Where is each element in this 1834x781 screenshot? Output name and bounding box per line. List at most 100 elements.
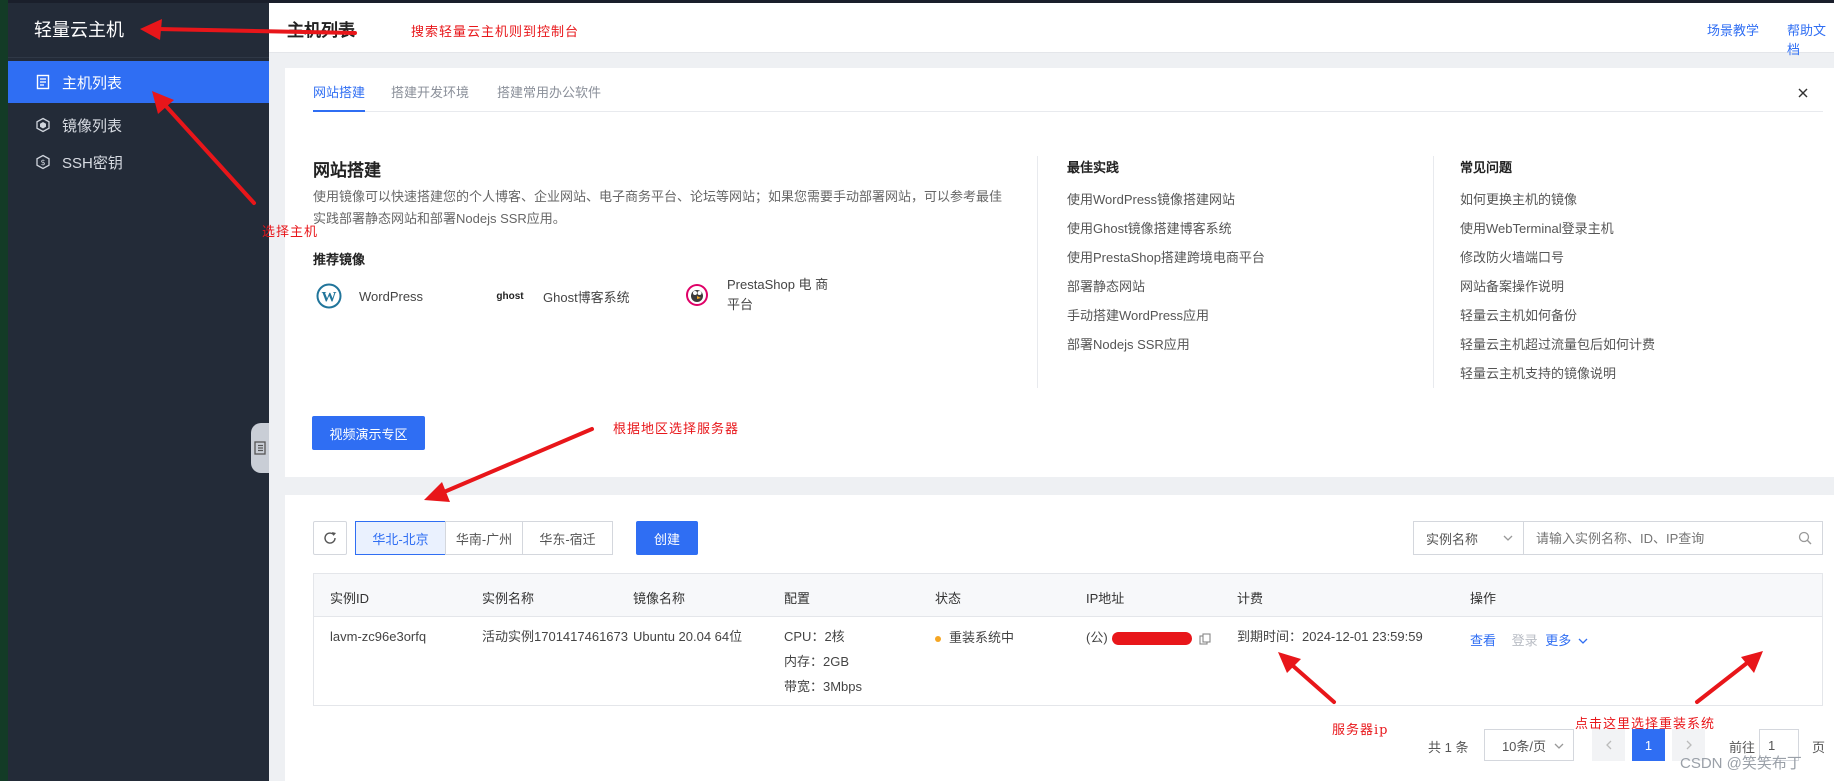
sidebar-item-ssh-keys[interactable]: $ SSH密钥	[8, 141, 269, 183]
column-header: 镜像名称	[633, 591, 686, 606]
best-practice-link[interactable]: 部署静态网站	[1067, 276, 1145, 295]
create-button[interactable]: 创建	[636, 521, 698, 555]
best-practice-link[interactable]: 使用Ghost镜像搭建博客系统	[1067, 218, 1232, 237]
column-header: IP地址	[1086, 591, 1125, 606]
sidebar-item-label: SSH密钥	[62, 154, 123, 172]
image-ghost[interactable]: ghost Ghost博客系统	[493, 282, 630, 310]
guide-tabs: 网站搭建 搭建开发环境 搭建常用办公软件	[313, 68, 1823, 112]
search-type-value: 实例名称	[1426, 531, 1479, 547]
best-practice-link[interactable]: 部署Nodejs SSR应用	[1067, 334, 1190, 353]
column-header: 操作	[1470, 591, 1497, 606]
prestashop-logo-icon	[683, 281, 711, 309]
tab-office-software[interactable]: 搭建常用办公软件	[497, 82, 601, 101]
copy-icon[interactable]	[1199, 633, 1211, 645]
best-practice-link[interactable]: 使用WordPress镜像搭建网站	[1067, 189, 1235, 208]
more-dropdown[interactable]: 更多	[1545, 633, 1588, 648]
faq-link[interactable]: 修改防火墙端口号	[1460, 247, 1564, 266]
config-memory: 内存：2GB	[784, 654, 850, 669]
image-name-line1: PrestaShop 电 商	[727, 277, 829, 292]
recommend-title: 推荐镜像	[313, 252, 366, 267]
billing-expiry: 到期时间：2024-12-01 23:59:59	[1237, 629, 1423, 644]
region-tab-guangzhou[interactable]: 华南-广州	[445, 521, 523, 555]
instance-list-card: 华北-北京 华南-广州 华东-宿迁 创建 实例名称 实例ID 实例名称 镜像名称…	[285, 495, 1834, 781]
refresh-icon	[324, 532, 336, 544]
image-name: Ubuntu 20.04 64位	[633, 629, 743, 644]
watermark: CSDN @笑笑布丁	[1680, 755, 1802, 772]
status-badge: 重装系统中	[935, 625, 1014, 650]
region-tab-suqian[interactable]: 华东-宿迁	[522, 521, 613, 555]
column-divider	[1433, 156, 1434, 388]
page-number-current[interactable]: 1	[1632, 729, 1665, 761]
sidebar-collapse-handle[interactable]	[251, 423, 269, 473]
menu-icon	[254, 441, 266, 455]
svg-text:W: W	[322, 290, 337, 306]
faq-link[interactable]: 如何更换主机的镜像	[1460, 189, 1577, 208]
tab-website-build[interactable]: 网站搭建	[313, 82, 365, 101]
close-icon[interactable]	[1796, 86, 1810, 100]
best-practice-link[interactable]: 使用PrestaShop搭建跨境电商平台	[1067, 247, 1265, 266]
shield-icon: $	[34, 153, 52, 171]
faq-link[interactable]: 网站备案操作说明	[1460, 276, 1564, 295]
scene-tutorial-link[interactable]: 场景教学	[1707, 20, 1759, 39]
image-name: WordPress	[359, 288, 424, 304]
column-header: 实例名称	[482, 591, 535, 606]
annotation-server-ip: 服务器ip	[1332, 723, 1389, 738]
config-cpu: CPU：2核	[784, 629, 845, 644]
faq-link[interactable]: 轻量云主机如何备份	[1460, 305, 1577, 324]
view-link[interactable]: 查看	[1470, 633, 1496, 648]
column-header: 实例ID	[330, 591, 370, 606]
best-practice-link[interactable]: 手动搭建WordPress应用	[1067, 305, 1209, 324]
page-suffix: 页	[1812, 740, 1826, 755]
guide-title: 网站搭建	[313, 161, 381, 180]
table-header: 实例ID 实例名称 镜像名称 配置 状态 IP地址 计费 操作	[314, 574, 1822, 617]
ghost-logo-icon: ghost	[496, 290, 524, 302]
faq-title: 常见问题	[1460, 160, 1513, 175]
instance-name: 活动实例1701417461673	[482, 629, 628, 644]
guide-panel: 网站搭建 搭建开发环境 搭建常用办公软件 网站搭建 使用镜像可以快速搭建您的个人…	[285, 68, 1834, 477]
sidebar: 轻量云主机 主机列表 镜像列表 $ SSH密钥	[8, 3, 269, 781]
chevron-down-icon	[1503, 535, 1513, 541]
region-tab-beijing[interactable]: 华北-北京	[355, 521, 446, 555]
image-prestashop[interactable]: PrestaShop 电 商 平台	[683, 275, 828, 315]
tab-dev-env[interactable]: 搭建开发环境	[391, 82, 469, 101]
page-size-select[interactable]: 10条/页	[1484, 729, 1574, 761]
sidebar-item-label: 主机列表	[62, 74, 123, 92]
best-practice-title: 最佳实践	[1067, 160, 1120, 175]
page-title: 主机列表	[287, 21, 355, 40]
sidebar-item-label: 镜像列表	[62, 117, 123, 135]
annotation-search-console: 搜索轻量云主机则到控制台	[411, 25, 580, 40]
sidebar-item-host-list[interactable]: 主机列表	[8, 61, 269, 103]
instance-id[interactable]: lavm-zc96e3orfq	[330, 624, 426, 649]
search-input[interactable]	[1523, 521, 1823, 555]
row-actions: 查看 登录 更多	[1470, 628, 1588, 653]
wordpress-logo-icon: W	[315, 282, 343, 310]
video-demo-button[interactable]: 视频演示专区	[312, 416, 425, 450]
column-header: 计费	[1237, 591, 1264, 606]
faq-link[interactable]: 轻量云主机超过流量包后如何计费	[1460, 334, 1655, 353]
help-docs-link[interactable]: 帮助文档	[1787, 20, 1834, 58]
column-divider	[1037, 156, 1038, 388]
guide-description: 使用镜像可以快速搭建您的个人博客、企业网站、电子商务平台、论坛等网站；如果您需要…	[313, 189, 1003, 226]
tab-active-indicator	[313, 110, 365, 112]
prev-page-button[interactable]	[1592, 729, 1625, 761]
faq-link[interactable]: 使用WebTerminal登录主机	[1460, 218, 1614, 237]
annotation-select-host: 选择主机	[262, 225, 319, 240]
chevron-down-icon	[1554, 743, 1564, 749]
chevron-left-icon	[1605, 740, 1611, 750]
refresh-button[interactable]	[313, 521, 347, 555]
image-name: Ghost博客系统	[543, 289, 630, 305]
sidebar-brand: 轻量云主机	[8, 3, 269, 58]
search-icon[interactable]	[1798, 531, 1812, 545]
ip-address: (公)	[1086, 625, 1211, 650]
chevron-down-icon	[1578, 638, 1588, 644]
search-type-select[interactable]: 实例名称	[1413, 521, 1524, 555]
annotation-reinstall: 点击这里选择重装系统	[1575, 717, 1716, 732]
faq-link[interactable]: 轻量云主机支持的镜像说明	[1460, 363, 1616, 382]
image-wordpress[interactable]: W WordPress	[315, 282, 423, 310]
redaction-mark	[1111, 632, 1192, 646]
total-count: 共 1 条	[1428, 740, 1469, 755]
column-header: 状态	[935, 591, 962, 606]
sidebar-item-image-list[interactable]: 镜像列表	[8, 104, 269, 146]
instance-table: 实例ID 实例名称 镜像名称 配置 状态 IP地址 计费 操作 lavm-zc9…	[313, 573, 1823, 706]
window-edge	[0, 0, 8, 781]
